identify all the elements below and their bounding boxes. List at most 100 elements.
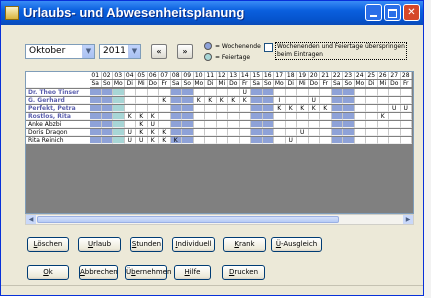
month-select[interactable]: Oktober ▼	[25, 44, 95, 59]
day-weekday-header[interactable]: Mi	[377, 80, 389, 87]
day-cell[interactable]	[193, 105, 205, 112]
day-cell[interactable]	[354, 113, 366, 120]
day-number-header[interactable]: 14	[239, 72, 251, 79]
scroll-right-arrow-icon[interactable]: ▶	[403, 215, 413, 224]
day-weekday-header[interactable]: Mo	[193, 80, 205, 87]
day-cell[interactable]	[90, 89, 102, 96]
employee-name[interactable]: Anke Abzbi	[26, 121, 90, 128]
day-weekday-header[interactable]: Fr	[239, 80, 251, 87]
day-cell[interactable]	[285, 113, 297, 120]
day-cell[interactable]	[389, 113, 401, 120]
day-cell[interactable]	[124, 105, 136, 112]
day-cell[interactable]	[101, 137, 113, 144]
day-cell[interactable]	[343, 113, 355, 120]
day-cell[interactable]	[159, 113, 171, 120]
day-cell[interactable]	[205, 113, 217, 120]
day-cell[interactable]	[182, 113, 194, 120]
day-cell[interactable]	[331, 105, 343, 112]
day-cell[interactable]	[297, 113, 309, 120]
day-cell[interactable]	[377, 89, 389, 96]
day-number-header[interactable]: 26	[377, 72, 389, 79]
day-cell[interactable]	[331, 113, 343, 120]
day-weekday-header[interactable]: So	[343, 80, 355, 87]
day-cell[interactable]	[400, 137, 412, 144]
day-cell[interactable]	[90, 137, 102, 144]
day-cell[interactable]	[205, 105, 217, 112]
employee-name[interactable]: Doris Dragon	[26, 129, 90, 136]
day-cell[interactable]	[170, 105, 182, 112]
day-cell[interactable]	[366, 129, 378, 136]
day-cell[interactable]	[308, 89, 320, 96]
day-cell[interactable]: I	[274, 97, 286, 104]
day-cell[interactable]: K	[147, 129, 159, 136]
day-cell[interactable]	[159, 89, 171, 96]
day-cell[interactable]	[297, 121, 309, 128]
day-weekday-header[interactable]: Do	[389, 80, 401, 87]
day-cell[interactable]	[113, 113, 125, 120]
day-cell[interactable]	[251, 97, 263, 104]
day-cell[interactable]	[377, 105, 389, 112]
day-cell[interactable]: K	[285, 105, 297, 112]
day-cell[interactable]	[308, 129, 320, 136]
day-cell[interactable]: U	[308, 97, 320, 104]
day-cell[interactable]	[251, 121, 263, 128]
minimize-button[interactable]	[365, 4, 382, 21]
day-cell[interactable]	[193, 121, 205, 128]
day-cell[interactable]	[216, 129, 228, 136]
day-cell[interactable]: U	[285, 137, 297, 144]
day-cell[interactable]	[228, 137, 240, 144]
day-number-header[interactable]: 23	[343, 72, 355, 79]
day-cell[interactable]	[274, 137, 286, 144]
day-cell[interactable]	[389, 129, 401, 136]
day-cell[interactable]	[101, 129, 113, 136]
day-cell[interactable]	[331, 97, 343, 104]
day-cell[interactable]	[354, 121, 366, 128]
day-cell[interactable]	[354, 89, 366, 96]
day-number-header[interactable]: 17	[274, 72, 286, 79]
day-cell[interactable]	[262, 97, 274, 104]
day-cell[interactable]	[331, 89, 343, 96]
chevron-down-icon[interactable]: ▼	[128, 45, 140, 58]
day-cell[interactable]	[101, 105, 113, 112]
action-button[interactable]: Urlaub	[78, 237, 121, 252]
title-bar[interactable]: Urlaubs- und Abwesenheitsplanung ✕	[1, 1, 423, 25]
day-weekday-header[interactable]: Fr	[159, 80, 171, 87]
day-cell[interactable]	[400, 113, 412, 120]
day-cell[interactable]	[182, 97, 194, 104]
day-cell[interactable]	[136, 97, 148, 104]
close-button[interactable]: ✕	[403, 4, 420, 21]
day-weekday-header[interactable]: Sa	[251, 80, 263, 87]
day-cell[interactable]	[90, 113, 102, 120]
action-button[interactable]: Ü-Ausgleich	[271, 237, 322, 252]
day-cell[interactable]	[170, 97, 182, 104]
action-button[interactable]: Drucken	[222, 265, 265, 280]
day-weekday-header[interactable]: Mi	[297, 80, 309, 87]
day-cell[interactable]: U	[124, 129, 136, 136]
day-cell[interactable]	[343, 121, 355, 128]
day-cell[interactable]: K	[147, 137, 159, 144]
next-month-button[interactable]: »	[177, 44, 193, 59]
day-cell[interactable]	[101, 89, 113, 96]
day-cell[interactable]	[251, 137, 263, 144]
day-cell[interactable]	[331, 137, 343, 144]
day-weekday-header[interactable]: So	[182, 80, 194, 87]
day-cell[interactable]	[90, 105, 102, 112]
day-cell[interactable]	[216, 89, 228, 96]
skip-weekends-label[interactable]: Wochenenden und Feiertage überspringen b…	[275, 42, 407, 60]
day-cell[interactable]	[262, 137, 274, 144]
day-cell[interactable]: K	[297, 105, 309, 112]
day-cell[interactable]: U	[124, 137, 136, 144]
day-cell[interactable]	[136, 89, 148, 96]
day-cell[interactable]	[389, 89, 401, 96]
day-cell[interactable]	[354, 129, 366, 136]
day-cell[interactable]	[216, 137, 228, 144]
day-cell[interactable]: U	[389, 105, 401, 112]
day-cell[interactable]	[101, 121, 113, 128]
day-cell[interactable]	[262, 113, 274, 120]
day-cell[interactable]	[400, 129, 412, 136]
day-weekday-header[interactable]: Mi	[136, 80, 148, 87]
day-cell[interactable]	[308, 113, 320, 120]
day-cell[interactable]	[262, 105, 274, 112]
planning-grid[interactable]: 01 Sa 02 So 03 Mo 04 Di 05 Mi 06 Do 07 Fr 08 Sa 09 So 10 Mo…	[25, 71, 414, 214]
day-cell[interactable]: U	[400, 105, 412, 112]
